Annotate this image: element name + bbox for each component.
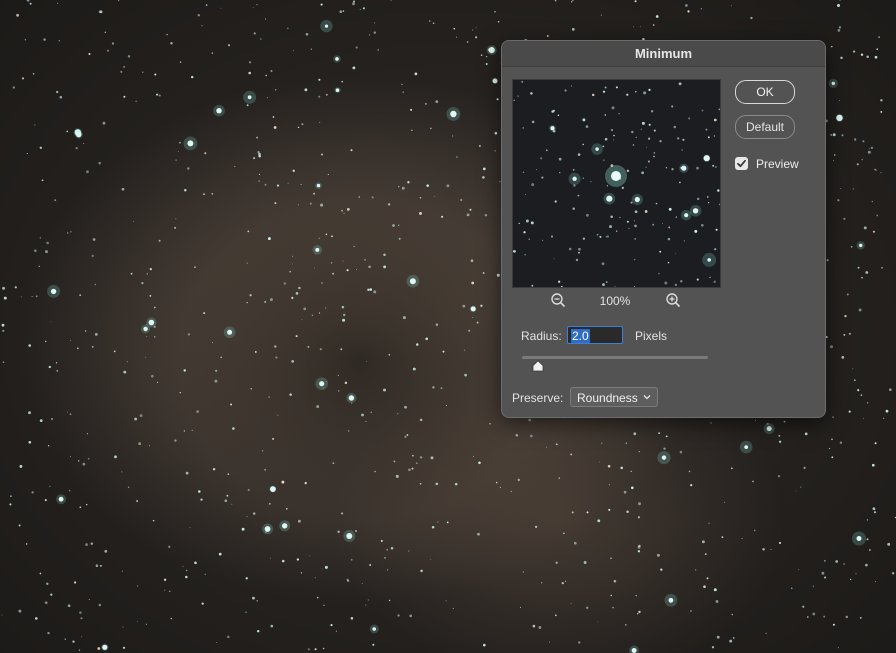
filter-preview-image[interactable]	[512, 79, 721, 288]
zoom-level: 100%	[599, 294, 631, 308]
zoom-out-icon[interactable]	[549, 291, 569, 311]
checkmark-icon	[737, 159, 746, 168]
chevron-down-icon	[643, 395, 651, 400]
radius-value: 2.0	[571, 329, 590, 343]
zoom-in-icon[interactable]	[664, 291, 684, 311]
preview-star-field	[513, 81, 720, 287]
minimum-filter-dialog: Minimum 100% OK Default Preview Radius: …	[501, 40, 826, 418]
slider-thumb-icon[interactable]	[532, 359, 544, 372]
radius-row: Radius: 2.0 Pixels	[521, 326, 721, 348]
preserve-dropdown[interactable]: Roundness	[570, 387, 658, 407]
radius-slider-track[interactable]	[522, 356, 708, 359]
preview-checkbox[interactable]	[735, 157, 748, 170]
ok-button[interactable]: OK	[735, 80, 795, 104]
dialog-title: Minimum	[502, 41, 825, 67]
radius-input[interactable]: 2.0	[567, 326, 623, 344]
radius-label: Radius:	[521, 329, 562, 343]
default-button[interactable]: Default	[735, 115, 795, 139]
preserve-selected-value: Roundness	[577, 391, 638, 405]
preserve-label: Preserve:	[512, 391, 564, 405]
preview-label: Preview	[756, 157, 799, 171]
zoom-controls: 100%	[512, 291, 719, 311]
radius-unit-label: Pixels	[635, 329, 668, 343]
